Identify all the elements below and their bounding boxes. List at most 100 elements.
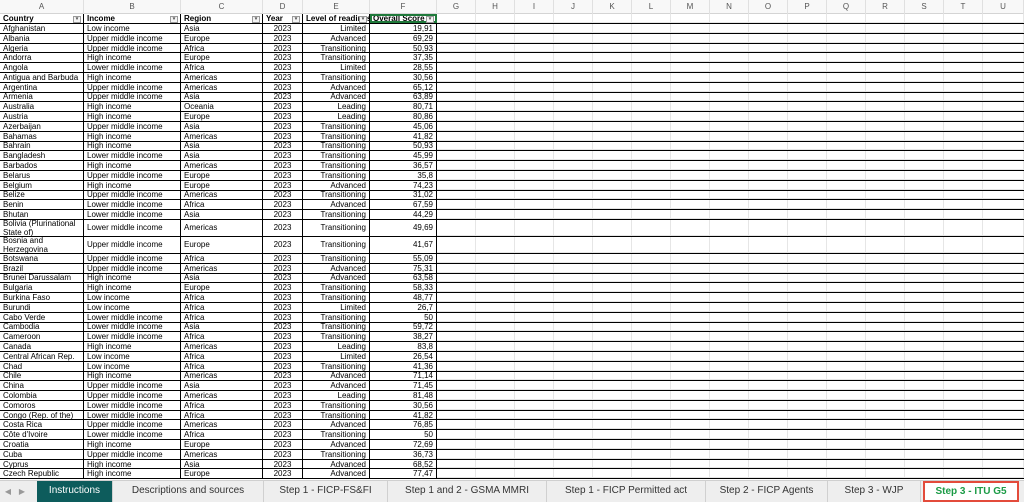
tab-step2-ficp-agents[interactable]: Step 2 - FICP Agents — [706, 481, 828, 502]
empty-cell[interactable] — [515, 92, 554, 102]
cell-country[interactable]: Azerbaijan — [0, 121, 84, 131]
empty-cell[interactable] — [983, 440, 1024, 449]
empty-cell[interactable] — [827, 361, 866, 371]
empty-cell[interactable] — [944, 440, 983, 449]
empty-cell[interactable] — [905, 469, 944, 479]
empty-cell[interactable] — [827, 112, 866, 121]
empty-cell[interactable] — [827, 102, 866, 112]
empty-cell[interactable] — [554, 24, 593, 33]
empty-cell[interactable] — [749, 131, 788, 141]
cell-region[interactable]: Americas — [181, 190, 263, 200]
empty-cell[interactable] — [671, 180, 710, 190]
empty-cell[interactable] — [749, 92, 788, 102]
empty-cell[interactable] — [710, 180, 749, 190]
tab-step1-2-gsma-mmri[interactable]: Step 1 and 2 - GSMA MMRI — [388, 481, 547, 502]
empty-cell[interactable] — [593, 381, 632, 391]
cell-level-of-readiness[interactable]: Transitioning — [303, 283, 370, 293]
empty-cell[interactable] — [515, 161, 554, 170]
cell-year[interactable]: 2023 — [263, 43, 303, 53]
cell-level-of-readiness[interactable]: Transitioning — [303, 151, 370, 161]
empty-cell[interactable] — [476, 283, 515, 293]
cell-level-of-readiness[interactable]: Transitioning — [303, 161, 370, 170]
empty-cell[interactable] — [749, 283, 788, 293]
empty-cell[interactable] — [827, 469, 866, 479]
cell-year[interactable]: 2023 — [263, 151, 303, 161]
empty-cell[interactable] — [437, 131, 476, 141]
empty-cell[interactable] — [671, 410, 710, 420]
empty-cell[interactable] — [671, 342, 710, 351]
cell-country[interactable]: Belize — [0, 190, 84, 200]
empty-cell[interactable] — [476, 273, 515, 283]
empty-cell[interactable] — [671, 53, 710, 63]
column-header-c[interactable]: C — [181, 0, 263, 14]
empty-cell[interactable] — [476, 293, 515, 302]
cell-income[interactable]: Lower middle income — [84, 210, 181, 219]
empty-cell[interactable] — [944, 82, 983, 92]
empty-cell[interactable] — [788, 112, 827, 121]
empty-cell[interactable] — [710, 302, 749, 312]
empty-cell[interactable] — [515, 24, 554, 33]
empty-cell[interactable] — [788, 273, 827, 283]
empty-cell[interactable] — [632, 371, 671, 381]
empty-cell[interactable] — [944, 391, 983, 400]
empty-cell[interactable] — [983, 53, 1024, 63]
empty-cell[interactable] — [437, 273, 476, 283]
empty-cell[interactable] — [515, 273, 554, 283]
empty-cell[interactable] — [515, 53, 554, 63]
empty-cell[interactable] — [944, 351, 983, 361]
empty-cell[interactable] — [437, 293, 476, 302]
cell-income[interactable]: Low income — [84, 351, 181, 361]
empty-cell[interactable] — [788, 283, 827, 293]
cell-income[interactable]: Upper middle income — [84, 43, 181, 53]
cell-country[interactable]: Costa Rica — [0, 420, 84, 430]
empty-cell[interactable] — [554, 293, 593, 302]
empty-cell[interactable] — [983, 420, 1024, 430]
empty-cell[interactable] — [788, 33, 827, 43]
empty-cell[interactable] — [749, 102, 788, 112]
cell-level-of-readiness[interactable]: Advanced — [303, 82, 370, 92]
cell-country[interactable]: Botswana — [0, 253, 84, 263]
cell-income[interactable]: Lower middle income — [84, 63, 181, 72]
cell-year[interactable]: 2023 — [263, 200, 303, 210]
empty-cell[interactable] — [944, 112, 983, 121]
empty-cell[interactable] — [593, 293, 632, 302]
empty-cell[interactable] — [983, 459, 1024, 469]
empty-cell[interactable] — [749, 263, 788, 273]
empty-cell[interactable] — [476, 151, 515, 161]
cell-income[interactable]: Upper middle income — [84, 391, 181, 400]
empty-cell[interactable] — [827, 190, 866, 200]
empty-cell[interactable] — [944, 180, 983, 190]
empty-cell[interactable] — [944, 141, 983, 151]
cell-region[interactable]: Africa — [181, 351, 263, 361]
cell-level-of-readiness[interactable]: Advanced — [303, 459, 370, 469]
cell-year[interactable]: 2023 — [263, 161, 303, 170]
empty-cell[interactable] — [944, 253, 983, 263]
empty-cell[interactable] — [515, 283, 554, 293]
filter-dropdown-icon[interactable]: ▾ — [170, 16, 178, 23]
empty-cell[interactable] — [437, 449, 476, 459]
empty-cell[interactable] — [593, 283, 632, 293]
empty-cell[interactable] — [788, 410, 827, 420]
empty-cell[interactable] — [827, 131, 866, 141]
empty-cell[interactable] — [671, 293, 710, 302]
empty-cell[interactable] — [749, 469, 788, 479]
cell-level-of-readiness[interactable]: Transitioning — [303, 400, 370, 410]
column-header-h[interactable]: H — [476, 0, 515, 14]
empty-cell[interactable] — [905, 302, 944, 312]
cell-region[interactable]: Africa — [181, 200, 263, 210]
cell-region[interactable]: Africa — [181, 312, 263, 322]
cell-country[interactable]: Chile — [0, 371, 84, 381]
empty-cell[interactable] — [788, 391, 827, 400]
empty-cell[interactable] — [944, 63, 983, 72]
empty-cell[interactable] — [632, 263, 671, 273]
empty-cell[interactable] — [905, 351, 944, 361]
empty-cell[interactable] — [905, 63, 944, 72]
cell-level-of-readiness[interactable]: Transitioning — [303, 170, 370, 180]
empty-cell[interactable] — [749, 219, 788, 236]
empty-cell[interactable] — [827, 161, 866, 170]
empty-cell[interactable] — [827, 263, 866, 273]
empty-cell[interactable] — [437, 190, 476, 200]
filter-dropdown-icon[interactable]: ▾ — [252, 16, 260, 23]
empty-cell[interactable] — [944, 449, 983, 459]
cell-region[interactable]: Africa — [181, 293, 263, 302]
